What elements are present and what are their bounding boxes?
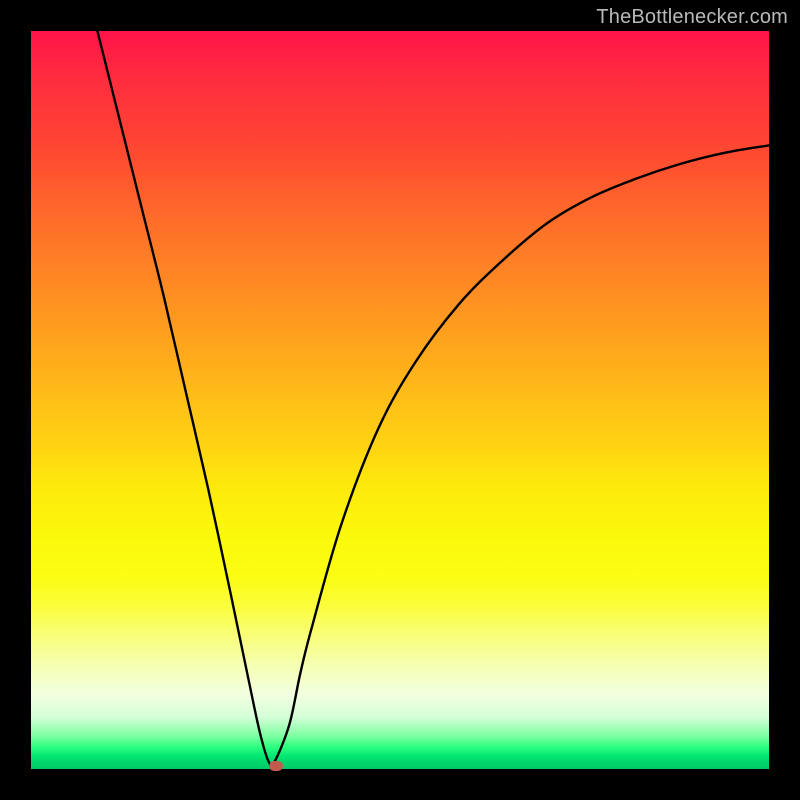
chart-frame: TheBottlenecker.com bbox=[0, 0, 800, 800]
optimal-point-marker bbox=[269, 761, 283, 771]
watermark-text: TheBottlenecker.com bbox=[596, 6, 788, 29]
bottleneck-curve bbox=[31, 31, 769, 769]
plot-area bbox=[31, 31, 769, 769]
